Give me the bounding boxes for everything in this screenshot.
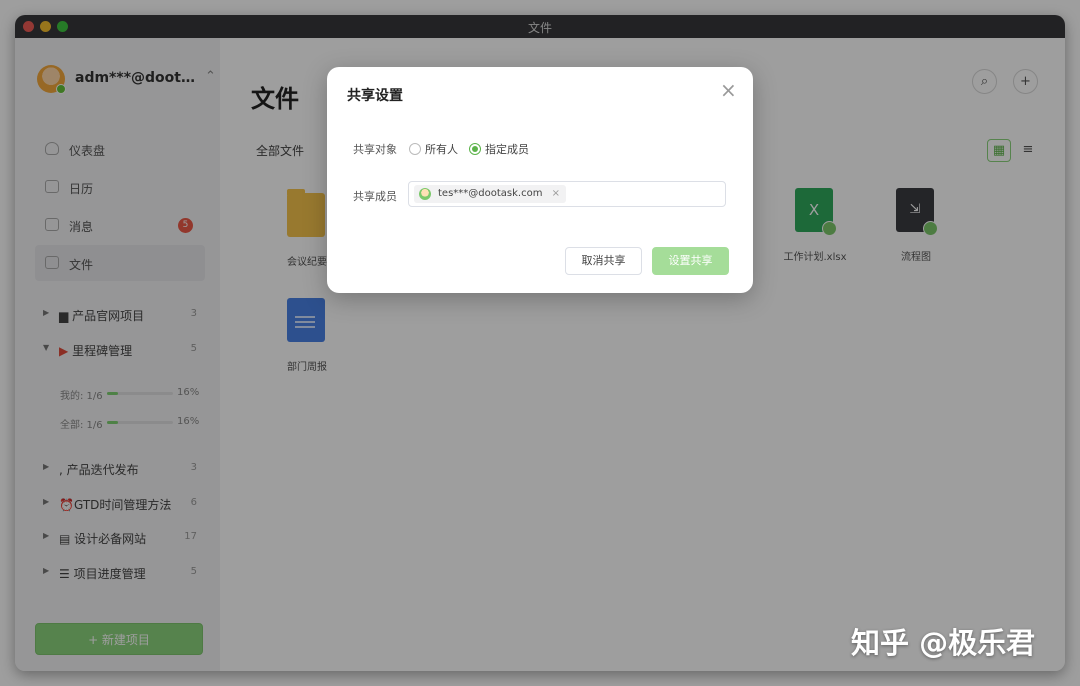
tag-close-icon[interactable]: × [552, 188, 560, 199]
members-label: 共享成员 [353, 190, 397, 203]
radio-everyone[interactable]: 所有人 [409, 141, 458, 157]
member-select-input[interactable]: tes***@dootask.com × [408, 181, 726, 207]
member-tag-label: tes***@dootask.com [438, 188, 543, 199]
radio-circle[interactable] [409, 143, 421, 155]
radio-label: 指定成员 [485, 143, 529, 156]
dialog-title: 共享设置 [347, 88, 403, 104]
radio-label: 所有人 [425, 143, 458, 156]
cancel-share-button[interactable]: 取消共享 [565, 247, 642, 275]
share-target-label: 共享对象 [353, 143, 397, 156]
watermark: 知乎 @极乐君 [851, 626, 1036, 660]
radio-specific-members[interactable]: 指定成员 [469, 141, 529, 157]
share-settings-dialog: 共享设置 × 共享对象 所有人 指定成员 共享成员 tes***@dootask… [327, 67, 753, 293]
set-share-button[interactable]: 设置共享 [652, 247, 729, 275]
member-avatar [419, 188, 431, 200]
member-tag: tes***@dootask.com × [414, 185, 567, 203]
close-icon[interactable]: × [720, 80, 737, 100]
radio-circle-selected[interactable] [469, 143, 481, 155]
